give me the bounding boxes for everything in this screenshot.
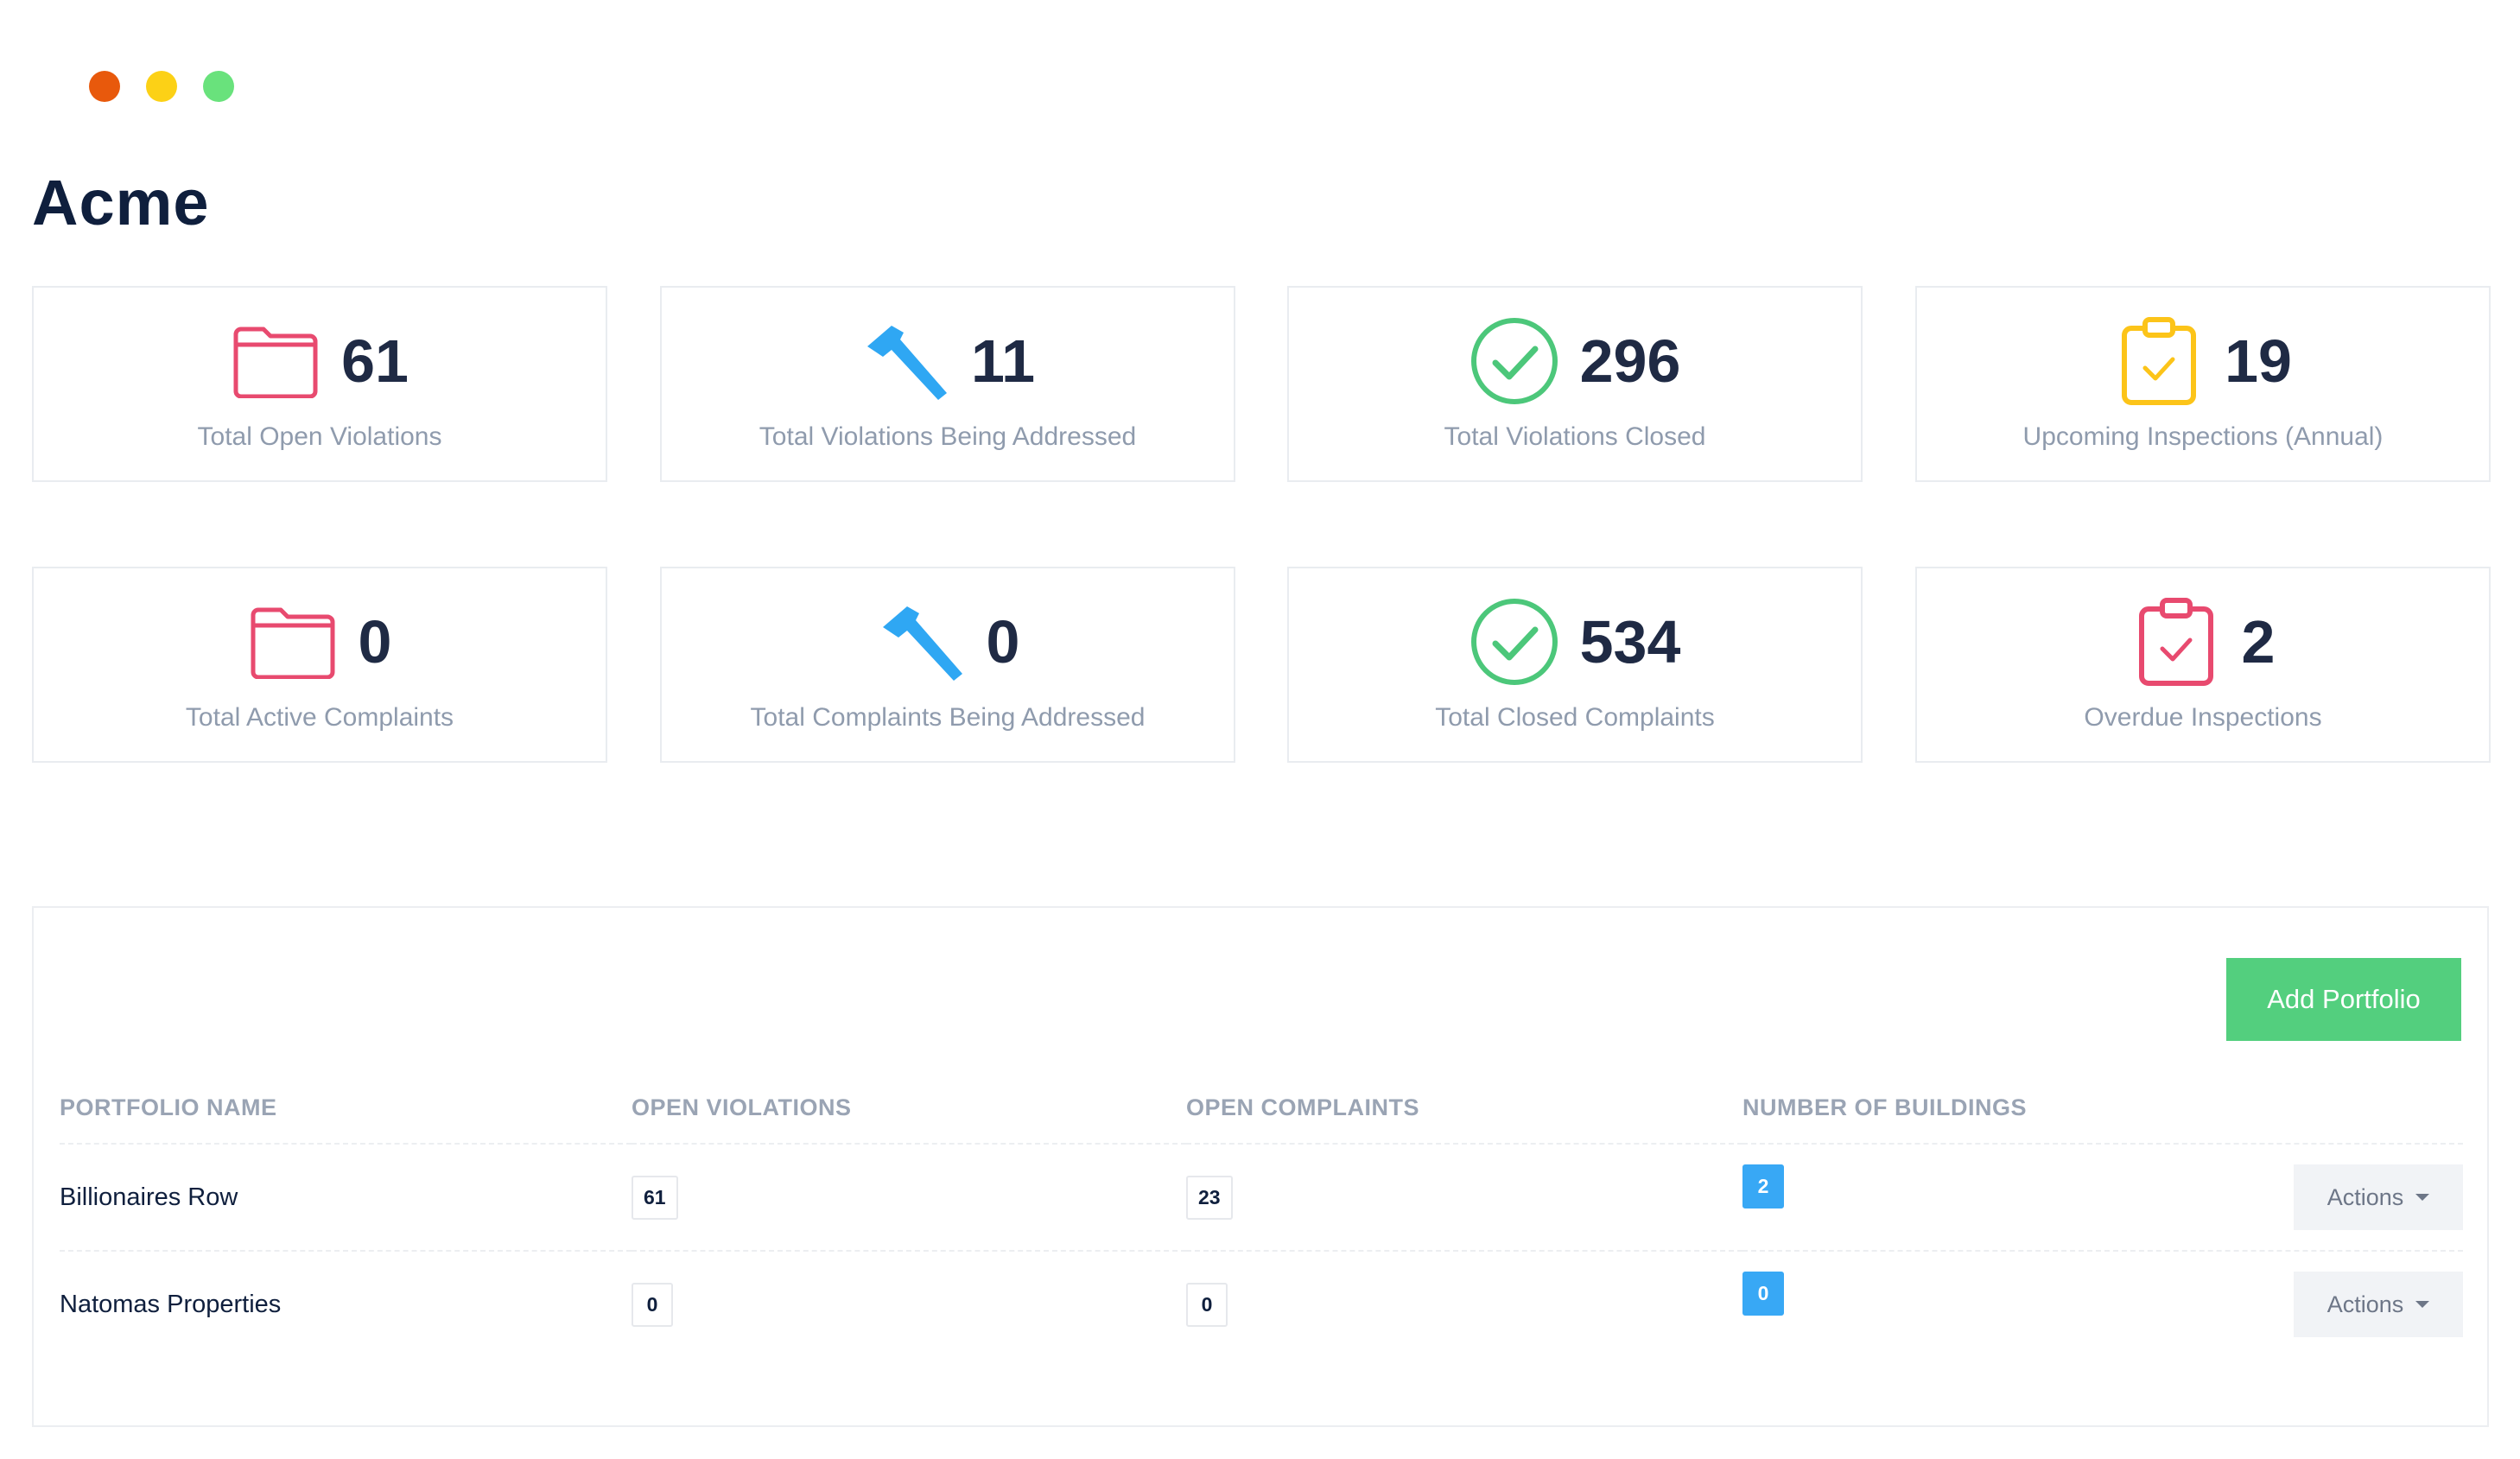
hammer-icon <box>876 597 966 687</box>
check-circle-icon <box>1469 316 1559 406</box>
hammer-icon <box>860 316 950 406</box>
stat-card-overdue-inspections[interactable]: 2 Overdue Inspections <box>1915 567 2491 763</box>
window-controls <box>89 71 234 102</box>
stat-card-active-complaints[interactable]: 0 Total Active Complaints <box>32 567 607 763</box>
stat-label: Total Complaints Being Addressed <box>750 703 1146 732</box>
stat-label: Total Violations Being Addressed <box>759 422 1137 451</box>
clipboard-check-icon <box>2114 316 2204 406</box>
portfolio-name[interactable]: Natomas Properties <box>60 1251 632 1357</box>
open-violations-badge: 61 <box>632 1175 678 1220</box>
stat-value: 61 <box>341 327 409 395</box>
actions-dropdown-button[interactable]: Actions <box>2294 1164 2463 1230</box>
page-title: Acme <box>32 167 210 238</box>
stat-card-open-violations[interactable]: 61 Total Open Violations <box>32 286 607 482</box>
minimize-window-button[interactable] <box>146 71 177 102</box>
clipboard-check-icon <box>2131 597 2221 687</box>
column-header-open-complaints[interactable]: OPEN COMPLAINTS <box>1186 1094 1742 1145</box>
caret-down-icon <box>2415 1194 2430 1201</box>
column-header-portfolio-name[interactable]: PORTFOLIO NAME <box>60 1094 632 1145</box>
table-header-row: PORTFOLIO NAME OPEN VIOLATIONS OPEN COMP… <box>60 1094 2463 1145</box>
caret-down-icon <box>2415 1301 2430 1308</box>
column-header-open-violations[interactable]: OPEN VIOLATIONS <box>632 1094 1186 1145</box>
stat-value: 0 <box>986 608 1020 676</box>
actions-dropdown-button[interactable]: Actions <box>2294 1272 2463 1337</box>
stat-value: 11 <box>971 327 1035 395</box>
stat-card-violations-closed[interactable]: 296 Total Violations Closed <box>1287 286 1863 482</box>
check-circle-icon <box>1469 597 1559 687</box>
stat-card-closed-complaints[interactable]: 534 Total Closed Complaints <box>1287 567 1863 763</box>
add-portfolio-button[interactable]: Add Portfolio <box>2226 958 2461 1041</box>
stat-value: 296 <box>1579 327 1681 395</box>
stat-card-violations-being-addressed[interactable]: 11 Total Violations Being Addressed <box>660 286 1235 482</box>
buildings-badge: 2 <box>1742 1164 1784 1208</box>
stat-label: Total Violations Closed <box>1444 422 1706 451</box>
maximize-window-button[interactable] <box>203 71 234 102</box>
stat-label: Overdue Inspections <box>2084 703 2322 732</box>
stat-card-complaints-being-addressed[interactable]: 0 Total Complaints Being Addressed <box>660 567 1235 763</box>
open-violations-badge: 0 <box>632 1282 673 1327</box>
table-row[interactable]: Billionaires Row 61 23 2 Actions <box>60 1144 2463 1252</box>
stat-label: Total Closed Complaints <box>1435 703 1715 732</box>
folder-icon <box>231 316 321 406</box>
close-window-button[interactable] <box>89 71 120 102</box>
portfolio-panel: Add Portfolio PORTFOLIO NAME OPEN VIOLAT… <box>32 906 2489 1427</box>
column-header-number-of-buildings[interactable]: NUMBER OF BUILDINGS <box>1742 1094 2463 1145</box>
stat-value: 0 <box>358 608 392 676</box>
open-complaints-badge: 0 <box>1186 1282 1228 1327</box>
buildings-badge: 0 <box>1742 1272 1784 1316</box>
stat-label: Total Open Violations <box>197 422 442 451</box>
open-complaints-badge: 23 <box>1186 1175 1233 1220</box>
folder-icon <box>248 597 338 687</box>
actions-label: Actions <box>2326 1291 2404 1317</box>
table-row[interactable]: Natomas Properties 0 0 0 Actions <box>60 1251 2463 1357</box>
portfolio-name[interactable]: Billionaires Row <box>60 1144 632 1252</box>
stat-value: 19 <box>2225 327 2292 395</box>
portfolio-table: PORTFOLIO NAME OPEN VIOLATIONS OPEN COMP… <box>60 1094 2463 1357</box>
stat-value: 2 <box>2241 608 2276 676</box>
stat-label: Total Active Complaints <box>185 703 454 732</box>
actions-label: Actions <box>2326 1183 2404 1210</box>
stat-label: Upcoming Inspections (Annual) <box>2022 422 2384 451</box>
stat-card-upcoming-inspections[interactable]: 19 Upcoming Inspections (Annual) <box>1915 286 2491 482</box>
stat-value: 534 <box>1579 608 1681 676</box>
